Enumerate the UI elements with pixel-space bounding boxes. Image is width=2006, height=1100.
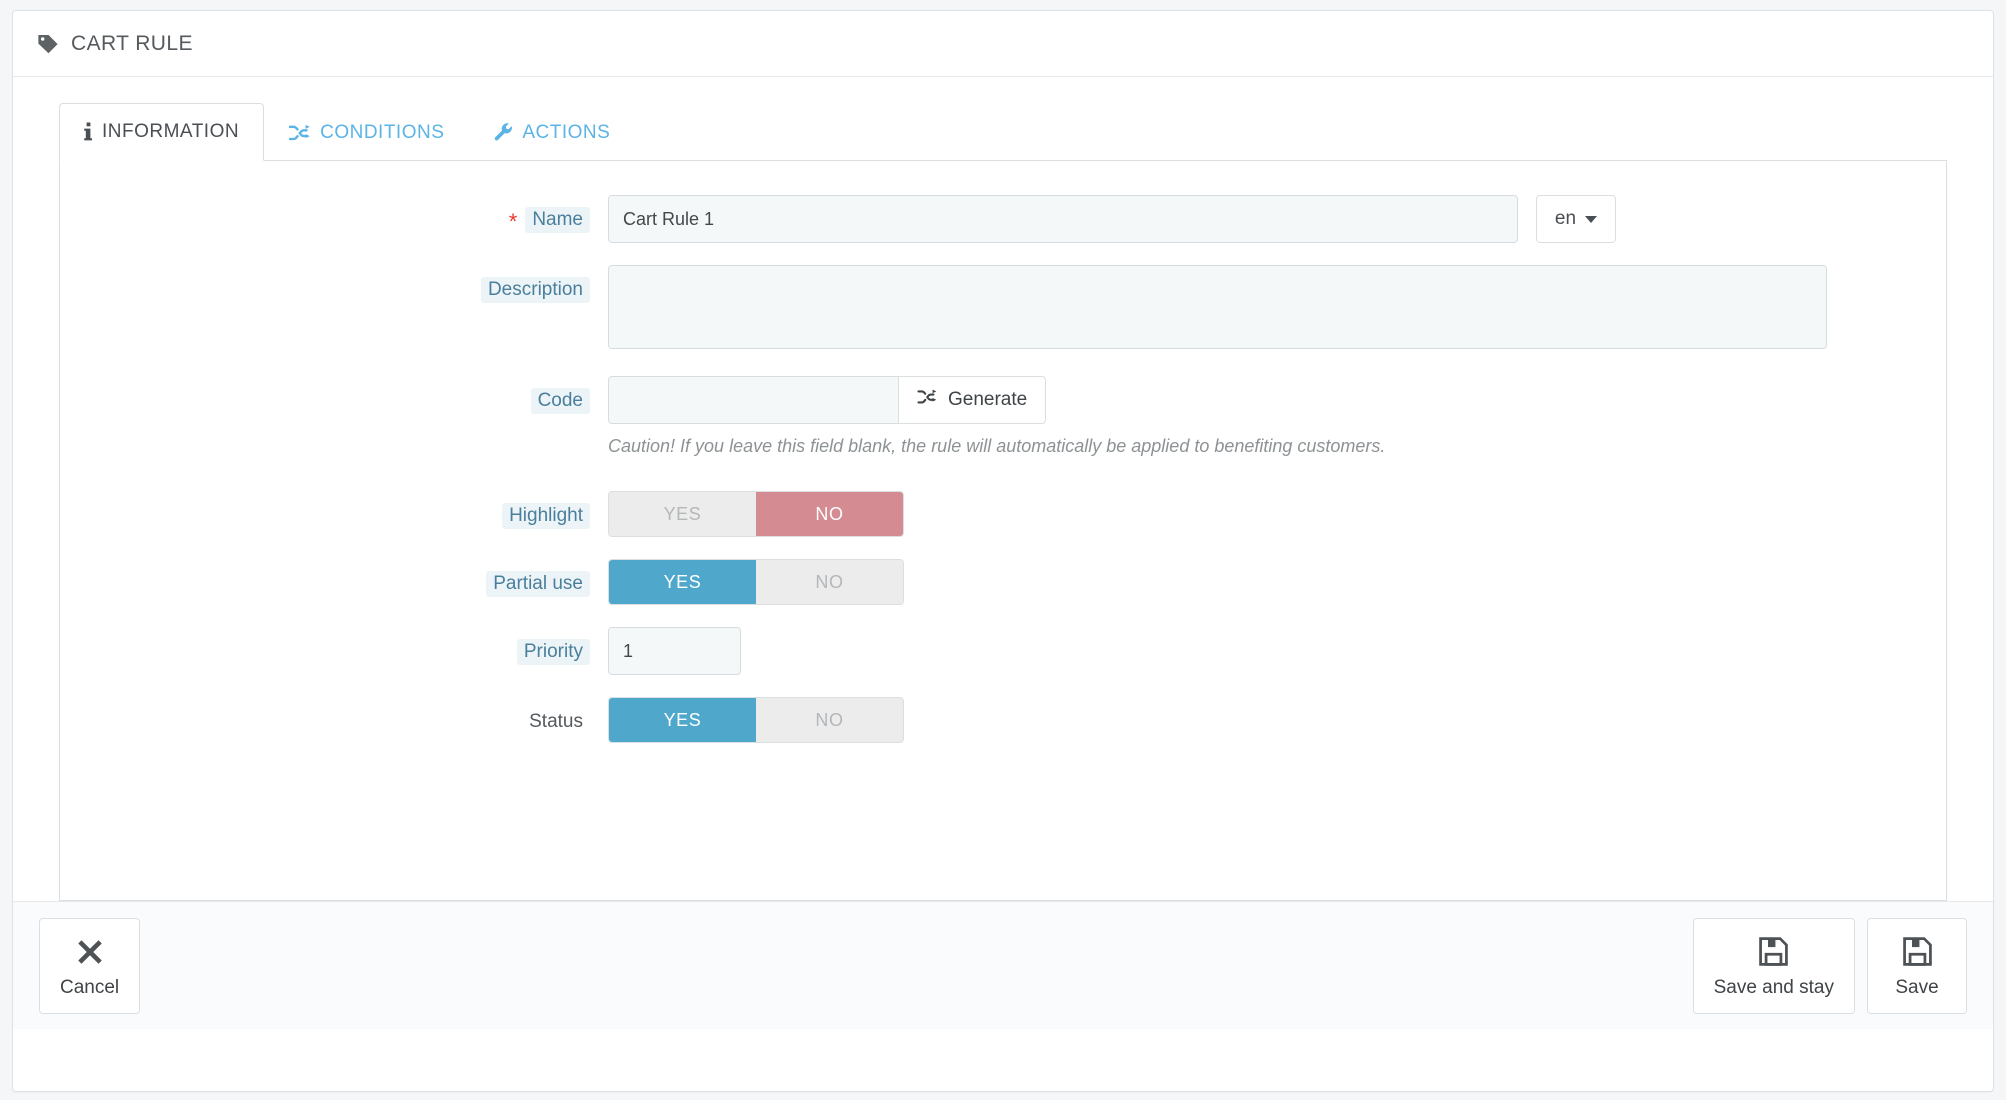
close-x-icon (75, 933, 105, 971)
code-hint: Caution! If you leave this field blank, … (608, 436, 1386, 456)
cart-rule-panel: CART RULE INFORMATION CONDITIONS ACTIONS… (12, 10, 1994, 1092)
panel-header: CART RULE (13, 11, 1993, 77)
name-control: en (608, 195, 1946, 243)
status-label-col: Status (60, 697, 608, 735)
tab-actions-label: ACTIONS (522, 121, 611, 143)
tab-conditions-label: CONDITIONS (320, 121, 445, 143)
tab-list: INFORMATION CONDITIONS ACTIONS (59, 103, 1947, 161)
priority-control (608, 627, 1946, 675)
code-label: Code (530, 388, 590, 414)
code-input[interactable] (608, 376, 898, 424)
highlight-toggle-yes[interactable]: YES (609, 492, 756, 536)
information-form: * Name en Description (59, 161, 1947, 901)
save-button-label: Save (1895, 976, 1939, 998)
form-row-description: Description (60, 265, 1946, 354)
highlight-toggle-no[interactable]: NO (756, 492, 903, 536)
name-label: Name (525, 207, 590, 233)
form-row-status: Status YES NO (60, 697, 1946, 743)
description-label-col: Description (60, 265, 608, 303)
generate-button-label: Generate (948, 389, 1028, 410)
status-toggle-no[interactable]: NO (756, 698, 903, 742)
page-title: CART RULE (71, 31, 193, 55)
tab-information[interactable]: INFORMATION (59, 103, 265, 161)
description-textarea[interactable] (608, 265, 1827, 349)
status-toggle[interactable]: YES NO (608, 697, 904, 743)
save-button[interactable]: Save (1867, 917, 1967, 1014)
highlight-label: Highlight (502, 503, 590, 529)
cancel-button-label: Cancel (60, 976, 120, 998)
priority-label: Priority (516, 639, 590, 665)
priority-label-col: Priority (60, 627, 608, 665)
language-dropdown[interactable]: en (1536, 195, 1616, 243)
generate-button[interactable]: Generate (898, 376, 1047, 424)
language-dropdown-label: en (1554, 208, 1577, 229)
highlight-label-col: Highlight (60, 491, 608, 529)
code-control: Generate Caution! If you leave this fiel… (608, 376, 1946, 457)
save-and-stay-button[interactable]: Save and stay (1692, 917, 1855, 1014)
tab-actions[interactable]: ACTIONS (469, 103, 635, 161)
partial-use-label-col: Partial use (60, 559, 608, 597)
tab-information-label: INFORMATION (102, 121, 240, 142)
code-input-group: Generate (608, 376, 1946, 424)
form-row-code: Code Generate Caution! If you leave this… (60, 376, 1946, 457)
highlight-control: YES NO (608, 491, 1946, 537)
name-label-col: * Name (60, 195, 608, 233)
save-and-stay-button-label: Save and stay (1713, 976, 1834, 998)
shuffle-icon (289, 123, 311, 143)
form-row-priority: Priority (60, 627, 1946, 675)
chevron-down-icon (1585, 215, 1598, 223)
tab-conditions[interactable]: CONDITIONS (264, 103, 469, 161)
page-root: CART RULE INFORMATION CONDITIONS ACTIONS… (0, 0, 2006, 1100)
shuffle-icon (917, 388, 938, 412)
required-marker: * (508, 209, 518, 234)
form-row-partial-use: Partial use YES NO (60, 559, 1946, 605)
status-label: Status (529, 711, 583, 732)
info-icon (84, 122, 93, 142)
cancel-button[interactable]: Cancel (39, 917, 141, 1014)
description-control (608, 265, 1946, 354)
partial-use-toggle-yes[interactable]: YES (609, 560, 756, 604)
partial-use-control: YES NO (608, 559, 1946, 605)
partial-use-toggle[interactable]: YES NO (608, 559, 904, 605)
code-label-col: Code (60, 376, 608, 414)
tag-icon (35, 31, 61, 57)
description-label: Description (480, 277, 590, 303)
floppy-save-icon (1901, 933, 1934, 971)
panel-footer: Cancel Save and stay Save (13, 901, 1993, 1029)
footer-actions: Save and stay Save (1692, 917, 1967, 1014)
partial-use-toggle-no[interactable]: NO (756, 560, 903, 604)
priority-input[interactable] (608, 627, 741, 675)
form-row-name: * Name en (60, 195, 1946, 243)
status-control: YES NO (608, 697, 1946, 743)
highlight-toggle[interactable]: YES NO (608, 491, 904, 537)
tabs-container: INFORMATION CONDITIONS ACTIONS (13, 77, 1993, 161)
wrench-icon (494, 122, 513, 143)
status-toggle-yes[interactable]: YES (609, 698, 756, 742)
form-row-highlight: Highlight YES NO (60, 491, 1946, 537)
name-input[interactable] (608, 195, 1518, 243)
partial-use-label: Partial use (486, 571, 590, 597)
floppy-save-icon (1757, 933, 1790, 971)
